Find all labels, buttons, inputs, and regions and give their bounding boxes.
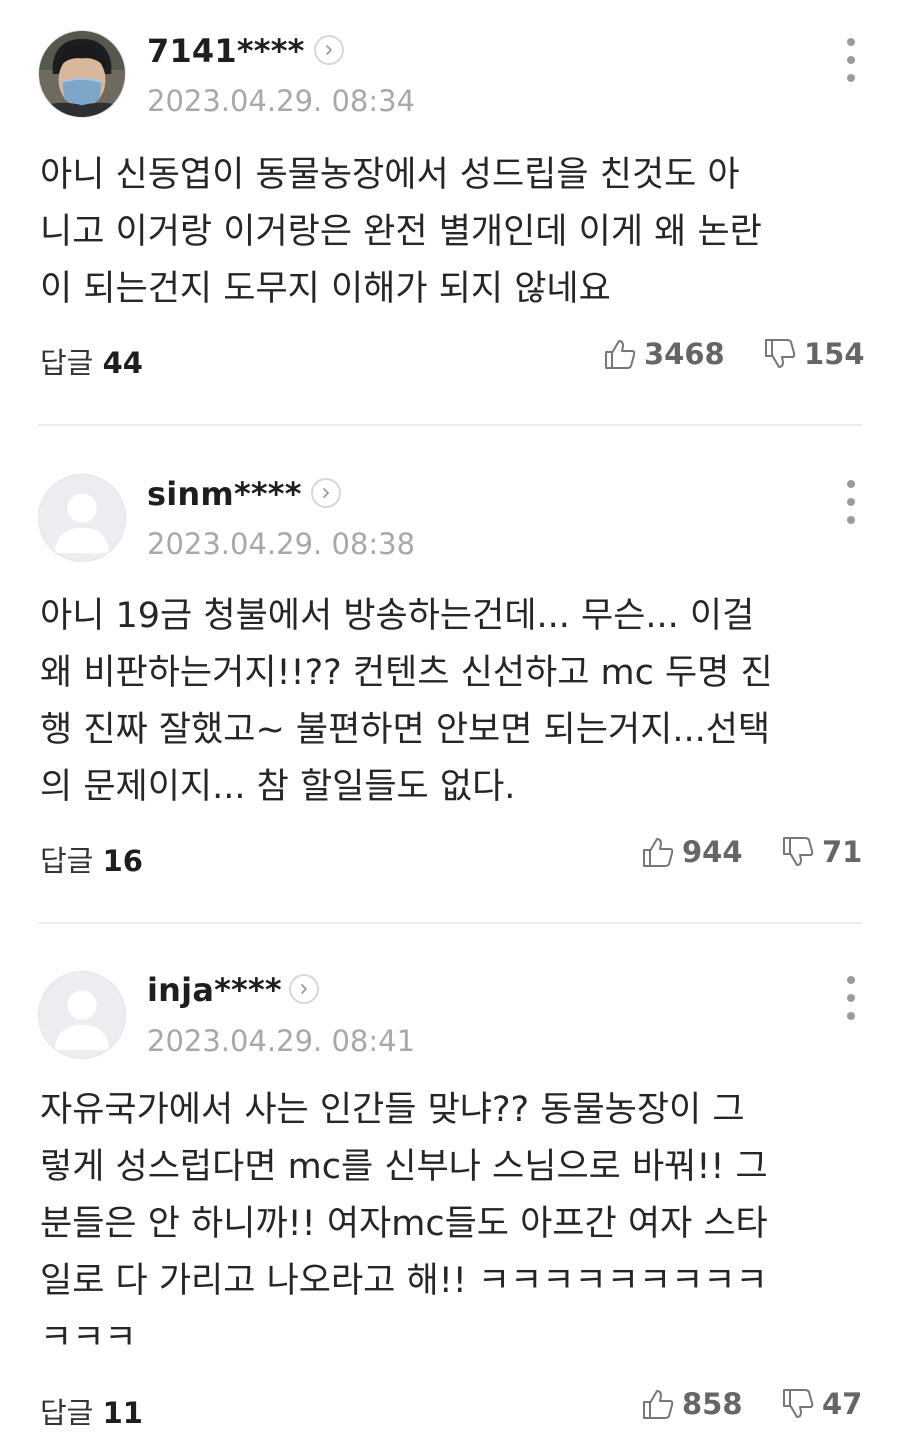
thumbs-down-icon [783, 1389, 814, 1418]
avatar[interactable] [38, 474, 126, 562]
like-count: 3468 [644, 337, 725, 371]
divider [38, 424, 862, 426]
like-button[interactable]: 3468 [602, 336, 725, 372]
chevron-right-icon[interactable] [289, 974, 319, 1004]
divider [38, 922, 862, 924]
like-button[interactable]: 944 [640, 834, 743, 870]
comment-body: 아니 신동엽이 동물농장에서 성드립을 친것도 아 니고 이거랑 이거랑은 완전… [40, 155, 762, 309]
avatar[interactable] [38, 30, 126, 118]
username[interactable]: inja**** [147, 971, 282, 1009]
avatar[interactable] [38, 971, 126, 1059]
reply-button[interactable]: 답글 11 [40, 1390, 143, 1432]
dislike-count: 47 [822, 1387, 863, 1421]
thumbs-down-icon [783, 837, 814, 866]
username[interactable]: sinm**** [147, 475, 302, 513]
reply-count: 11 [102, 1396, 143, 1430]
comment-body: 자유국가에서 사는 인간들 맞냐?? 동물농장이 그 렇게 성스럽다면 mc를 … [40, 1090, 768, 1358]
dislike-button[interactable]: 47 [780, 1386, 862, 1422]
thumbs-down-icon [765, 339, 796, 368]
reply-label: 답글 [40, 844, 94, 878]
like-button[interactable]: 858 [640, 1386, 743, 1422]
reply-label: 답글 [40, 1396, 94, 1430]
default-avatar-icon [39, 972, 125, 1058]
dislike-count: 71 [822, 835, 863, 869]
comment-date: 2023.04.29. 08:41 [147, 1024, 416, 1058]
comment-date: 2023.04.29. 08:34 [147, 84, 416, 118]
comment-date: 2023.04.29. 08:38 [147, 527, 416, 561]
thumbs-up-icon [643, 1390, 674, 1419]
comment-body: 아니 19금 청불에서 방송하는건데... 무슨... 이걸 왜 비판하는거지!… [40, 596, 773, 807]
chevron-right-icon[interactable] [314, 35, 344, 65]
reply-button[interactable]: 답글 44 [40, 340, 143, 382]
dislike-count: 154 [804, 337, 865, 371]
more-options-icon[interactable] [840, 38, 862, 82]
dislike-button[interactable]: 154 [762, 336, 865, 372]
reply-count: 16 [102, 844, 143, 878]
more-options-icon[interactable] [840, 480, 862, 524]
like-count: 858 [682, 1387, 743, 1421]
thumbs-up-icon [643, 838, 674, 867]
reply-count: 44 [102, 346, 143, 380]
default-avatar-icon [39, 475, 125, 561]
thumbs-up-icon [605, 340, 636, 369]
reply-button[interactable]: 답글 16 [40, 838, 143, 880]
chevron-right-icon[interactable] [311, 478, 341, 508]
more-options-icon[interactable] [840, 976, 862, 1020]
username[interactable]: 7141**** [147, 32, 305, 70]
like-count: 944 [682, 835, 743, 869]
dislike-button[interactable]: 71 [780, 834, 862, 870]
profile-photo-icon [39, 31, 125, 117]
reply-label: 답글 [40, 346, 94, 380]
